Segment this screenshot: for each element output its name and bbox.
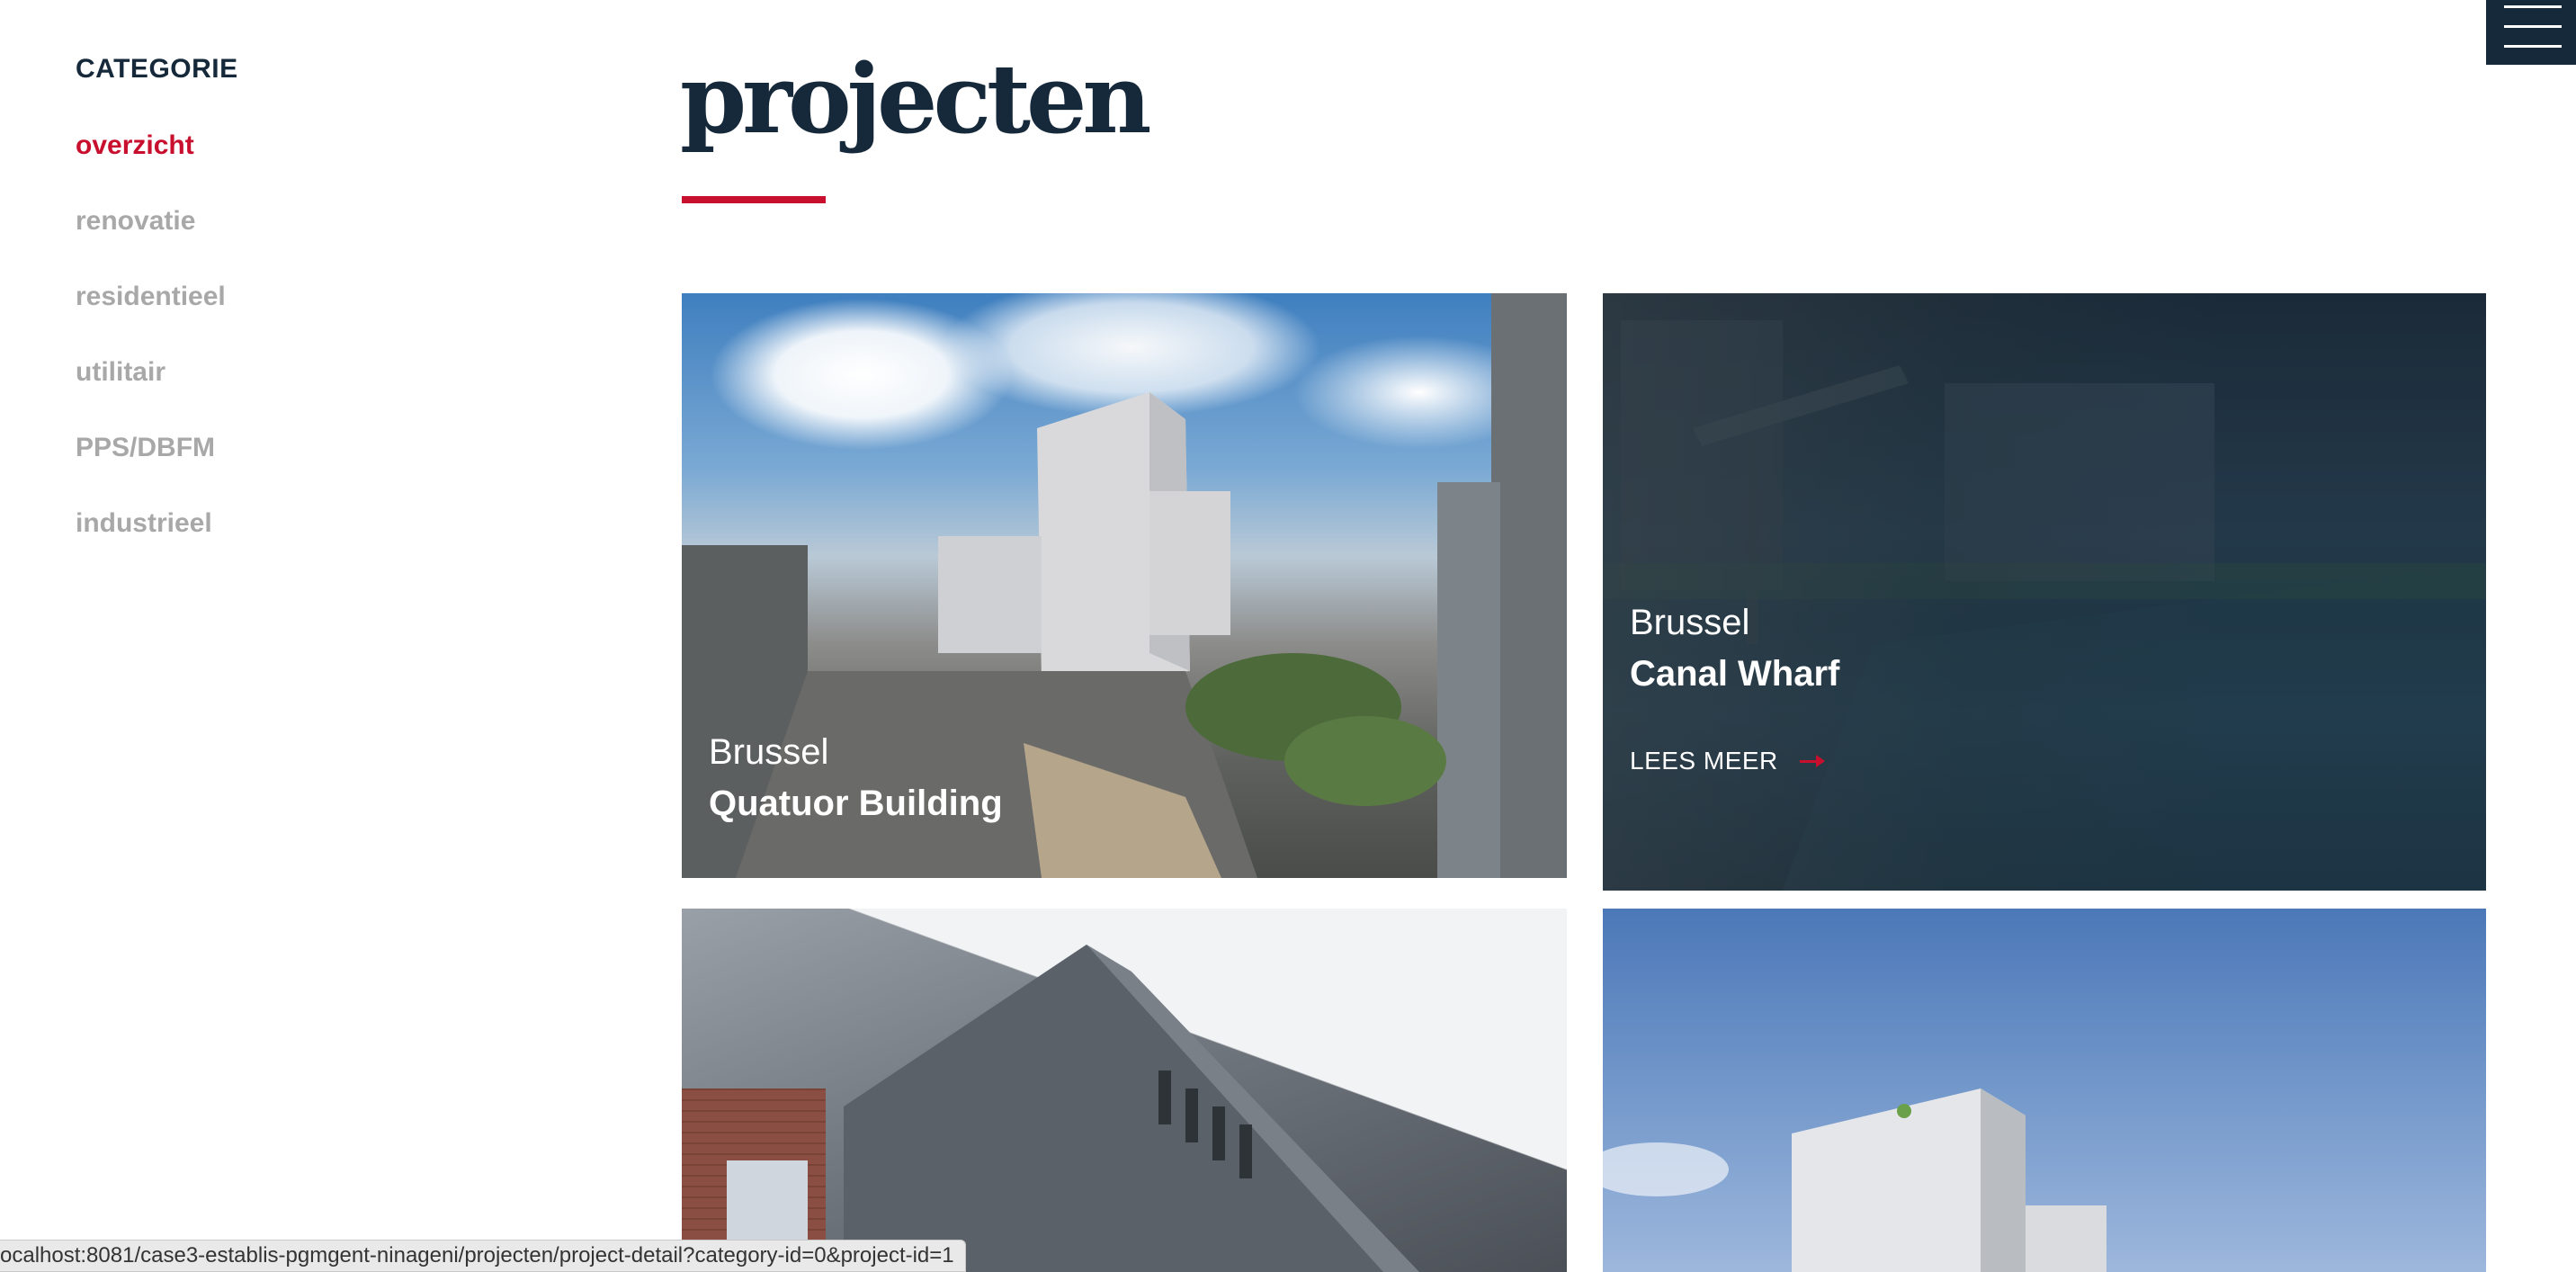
category-item-residentieel[interactable]: residentieel xyxy=(76,277,525,353)
read-more-label: LEES MEER xyxy=(1630,747,1778,775)
sidebar-heading: CATEGORIE xyxy=(76,54,238,84)
title-underline xyxy=(682,196,826,203)
project-city: Brussel xyxy=(1630,603,1750,642)
hamburger-icon-line-2 xyxy=(2504,25,2562,28)
hamburger-icon-line-3 xyxy=(2504,45,2562,48)
project-card-3[interactable] xyxy=(682,909,1567,1272)
menu-button[interactable] xyxy=(2486,0,2576,65)
project-card-canal-wharf[interactable]: Brussel Canal Wharf LEES MEER xyxy=(1603,293,2486,891)
factory-illustration xyxy=(1603,1088,2106,1272)
category-item-overzicht[interactable]: overzicht xyxy=(76,126,525,202)
category-item-utilitair[interactable]: utilitair xyxy=(76,353,525,428)
project-caption: Brussel Canal Wharf LEES MEER xyxy=(1630,599,1839,775)
project-card-4[interactable] xyxy=(1603,909,2486,1272)
project-name: Quatuor Building xyxy=(709,784,1003,823)
project-card-quatuor-building[interactable]: Brussel Quatuor Building xyxy=(682,293,1567,878)
project-name: Canal Wharf xyxy=(1630,654,1840,694)
read-more-link[interactable]: LEES MEER xyxy=(1630,747,1839,775)
page-title: projecten xyxy=(680,42,1151,155)
status-bar-url: ocalhost:8081/case3-establis-pgmgent-nin… xyxy=(0,1240,966,1272)
dark-overlay xyxy=(1603,293,2486,891)
category-item-renovatie[interactable]: renovatie xyxy=(76,202,525,277)
hamburger-icon xyxy=(2504,5,2562,8)
category-sidebar: CATEGORIE overzicht renovatie residentie… xyxy=(76,54,525,579)
project-caption: Brussel Quatuor Building xyxy=(709,729,1003,831)
project-city: Brussel xyxy=(709,732,829,772)
category-list: overzicht renovatie residentieel utilita… xyxy=(76,126,525,579)
category-item-pps-dbfm[interactable]: PPS/DBFM xyxy=(76,428,525,504)
category-item-industrieel[interactable]: industrieel xyxy=(76,504,525,579)
arrow-right-icon xyxy=(1799,754,1825,767)
building-illustration xyxy=(727,945,1419,1272)
